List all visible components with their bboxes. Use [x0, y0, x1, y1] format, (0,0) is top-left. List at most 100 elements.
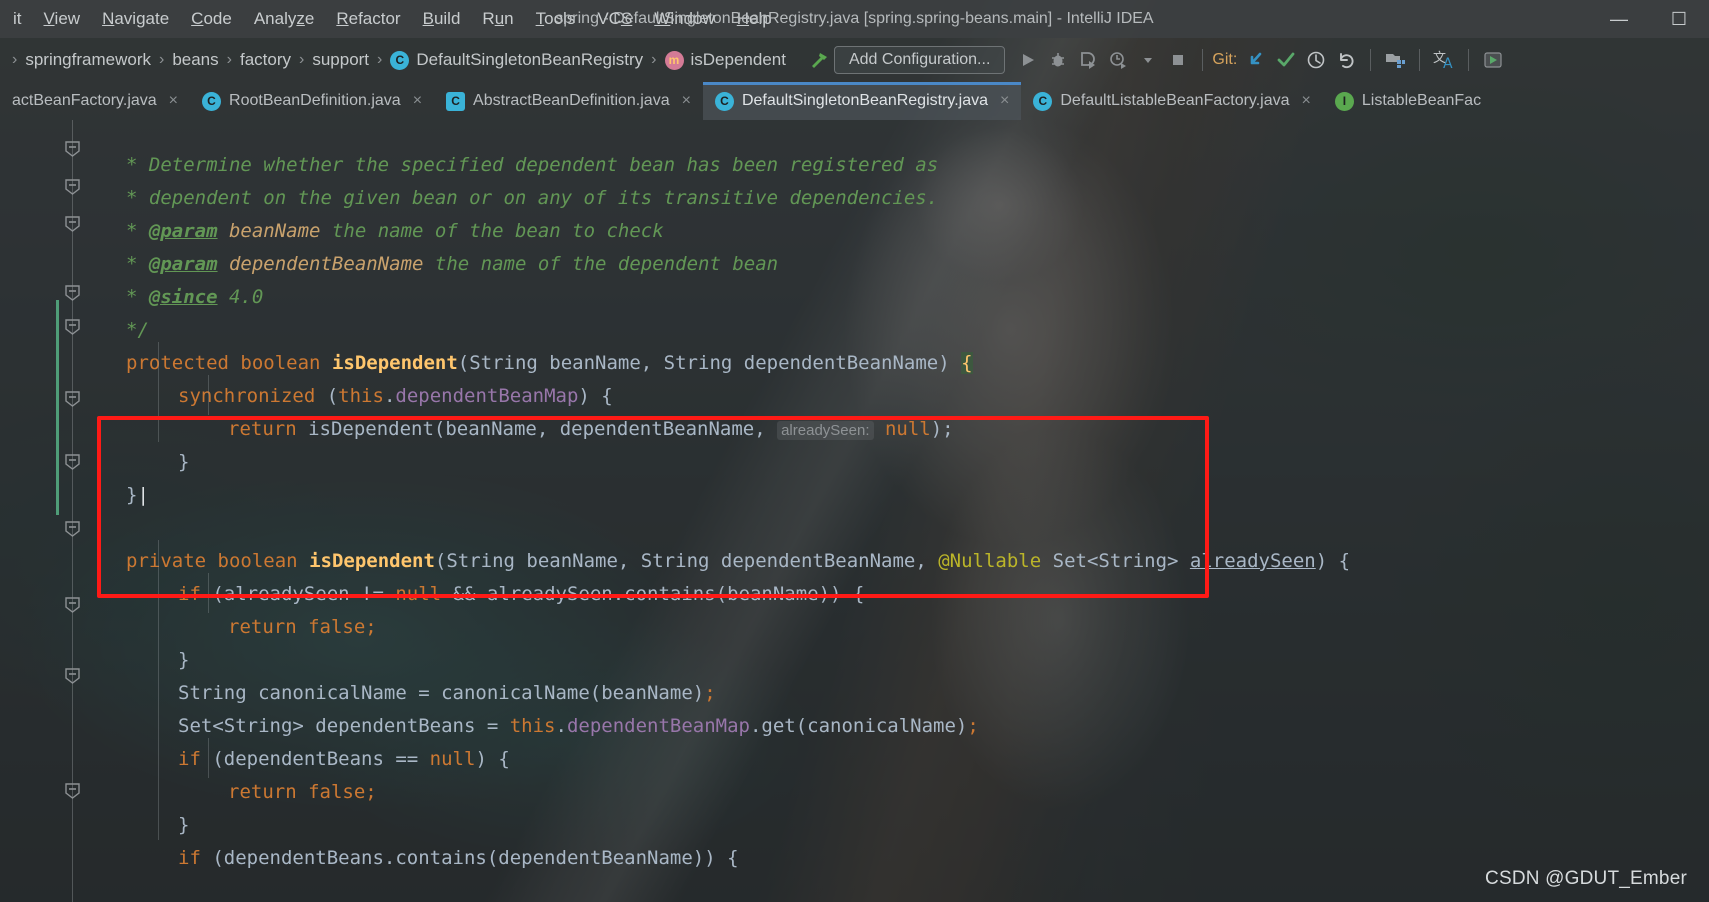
- close-icon[interactable]: ×: [1302, 92, 1311, 110]
- project-structure-icon[interactable]: [1380, 45, 1410, 75]
- tab-label: ListableBeanFac: [1361, 92, 1482, 109]
- menu-item-analyze[interactable]: Analyze: [243, 5, 326, 33]
- indent-guide: [158, 342, 159, 442]
- code-line[interactable]: }: [0, 413, 1709, 473]
- interface-icon: I: [1334, 91, 1354, 111]
- code-text[interactable]: * Determine whether the specified depend…: [0, 120, 1709, 902]
- code-editor[interactable]: * Determine whether the specified depend…: [0, 120, 1709, 902]
- menu-item-file[interactable]: it: [2, 5, 33, 33]
- search-everywhere-icon[interactable]: [1478, 45, 1508, 75]
- tab-label: DefaultSingletonBeanRegistry.java: [741, 92, 989, 109]
- indent-guide: [158, 540, 159, 840]
- code-line[interactable]: }: [0, 776, 1709, 836]
- indent-guide: [208, 573, 209, 613]
- breadcrumb-item-method[interactable]: m isDependent: [664, 50, 786, 70]
- code-line[interactable]: synchronized (this.dependentBeanMap) {: [0, 347, 1709, 407]
- run-icon[interactable]: [1013, 45, 1043, 75]
- indent-guide: [208, 375, 209, 415]
- code-line[interactable]: * @since 4.0: [0, 248, 1709, 308]
- code-line[interactable]: return false;: [0, 743, 1709, 803]
- class-icon: C: [390, 50, 410, 70]
- breadcrumb-item-factory[interactable]: factory: [240, 50, 291, 70]
- code-line[interactable]: protected boolean isDependent(String bea…: [0, 314, 1709, 374]
- keyword-if: if: [178, 847, 201, 869]
- editor-tab-defaultlistablebeanfactory[interactable]: C DefaultListableBeanFactory.java ×: [1021, 82, 1323, 120]
- tab-label: RootBeanDefinition.java: [229, 92, 401, 109]
- breadcrumb-separator: ›: [158, 51, 165, 68]
- code-line[interactable]: if (alreadySeen != null && alreadySeen.c…: [0, 545, 1709, 605]
- git-label: Git:: [1212, 51, 1238, 68]
- code-line[interactable]: * @param beanName the name of the bean t…: [0, 182, 1709, 242]
- svg-text:A: A: [1443, 56, 1453, 71]
- translate-icon[interactable]: 文A: [1429, 45, 1459, 75]
- code-line[interactable]: if (dependentBeans.contains(dependentBea…: [0, 809, 1709, 869]
- debug-icon[interactable]: [1043, 45, 1073, 75]
- breadcrumb: › springframework › beans › factory › su…: [0, 50, 786, 70]
- menu-item-window[interactable]: Window: [643, 5, 725, 33]
- code-line[interactable]: String canonicalName = canonicalName(bea…: [0, 644, 1709, 704]
- update-project-icon[interactable]: [1241, 45, 1271, 75]
- breadcrumb-item-support[interactable]: support: [312, 50, 369, 70]
- code-line[interactable]: }: [0, 611, 1709, 671]
- commit-icon[interactable]: [1271, 45, 1301, 75]
- menu-item-code[interactable]: Code: [180, 5, 243, 33]
- editor-tab-abstractbeanfactory[interactable]: actBeanFactory.java ×: [0, 82, 190, 120]
- run-with-coverage-icon[interactable]: [1073, 45, 1103, 75]
- add-configuration-button[interactable]: Add Configuration...: [833, 46, 1006, 74]
- close-icon[interactable]: ×: [413, 92, 422, 110]
- rollback-icon[interactable]: [1331, 45, 1361, 75]
- menu-item-vcs[interactable]: VCS: [586, 5, 643, 33]
- menu-item-build[interactable]: Build: [412, 5, 472, 33]
- code-line[interactable]: * Determine whether the specified depend…: [0, 120, 1709, 176]
- menu-item-refactor[interactable]: Refactor: [325, 5, 411, 33]
- code-line[interactable]: Set<String> dependentBeans = this.depend…: [0, 677, 1709, 737]
- toolbar-divider: [1419, 49, 1421, 71]
- editor-tab-abstractbeandefinition[interactable]: C AbstractBeanDefinition.java ×: [434, 82, 703, 120]
- code-line[interactable]: */: [0, 281, 1709, 341]
- code-line[interactable]: if (dependentBeans == null) {: [0, 710, 1709, 770]
- close-icon[interactable]: ×: [682, 92, 691, 110]
- tab-label: DefaultListableBeanFactory.java: [1060, 92, 1290, 109]
- breadcrumb-separator: ›: [12, 51, 18, 68]
- close-icon[interactable]: ×: [1000, 92, 1009, 110]
- menu-item-run[interactable]: Run: [471, 5, 524, 33]
- profiler-icon[interactable]: [1103, 45, 1133, 75]
- tab-label: actBeanFactory.java: [12, 92, 157, 109]
- breadcrumb-label: beans: [172, 50, 219, 69]
- toolbar-divider: [1468, 49, 1470, 71]
- breadcrumb-label: springframework: [25, 50, 151, 69]
- stop-icon[interactable]: [1163, 45, 1193, 75]
- chevron-down-icon[interactable]: [1133, 45, 1163, 75]
- breadcrumb-separator: ›: [299, 51, 305, 68]
- menu-item-tools[interactable]: Tools: [525, 5, 587, 33]
- editor-tab-defaultsingletonbeanregistry[interactable]: C DefaultSingletonBeanRegistry.java ×: [702, 82, 1022, 120]
- hammer-icon[interactable]: [804, 45, 834, 75]
- breadcrumb-separator: ›: [651, 51, 657, 68]
- ide-window: it View Navigate Code Analyze Refactor B…: [0, 0, 1709, 902]
- breadcrumb-label: support: [312, 50, 370, 69]
- editor-tab-bar: actBeanFactory.java × C RootBeanDefiniti…: [0, 82, 1709, 120]
- close-icon[interactable]: ×: [169, 92, 178, 110]
- breadcrumb-item-class[interactable]: C DefaultSingletonBeanRegistry: [390, 50, 643, 70]
- history-icon[interactable]: [1301, 45, 1331, 75]
- menu-item-help[interactable]: Help: [726, 5, 783, 33]
- maximize-button[interactable]: ☐: [1649, 0, 1709, 38]
- breadcrumb-item-beans[interactable]: beans: [172, 50, 218, 70]
- window-controls: — ☐: [1589, 0, 1709, 38]
- code-line[interactable]: private boolean isDependent(String beanN…: [0, 512, 1709, 572]
- editor-tab-listablebeanfactory[interactable]: I ListableBeanFac: [1323, 82, 1493, 120]
- code-line[interactable]: return false;: [0, 578, 1709, 638]
- watermark-text: CSDN @GDUT_Ember: [1485, 868, 1687, 889]
- code-line[interactable]: * dependent on the given bean or on any …: [0, 149, 1709, 209]
- minimize-button[interactable]: —: [1589, 0, 1649, 38]
- code-line[interactable]: }|: [0, 446, 1709, 506]
- class-icon: C: [1033, 91, 1053, 111]
- breadcrumb-separator: ›: [226, 51, 232, 68]
- menu-item-navigate[interactable]: Navigate: [91, 5, 180, 33]
- menu-item-view[interactable]: View: [33, 5, 92, 33]
- breadcrumb-item-springframework[interactable]: springframework: [25, 50, 151, 70]
- editor-tab-rootbeandefinition[interactable]: C RootBeanDefinition.java ×: [190, 82, 434, 120]
- closing-brace: }: [126, 484, 138, 506]
- code-line[interactable]: * @param dependentBeanName the name of t…: [0, 215, 1709, 275]
- code-line[interactable]: return isDependent(beanName, dependentBe…: [0, 380, 1709, 440]
